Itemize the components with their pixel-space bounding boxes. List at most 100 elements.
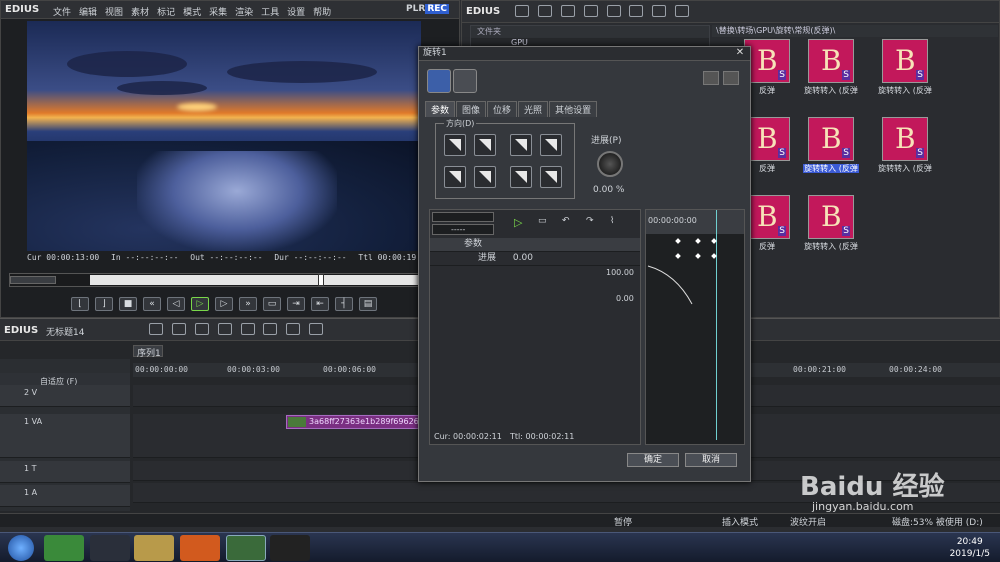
video-clip[interactable]: 3a68ff27363e1b289f69626 [286, 415, 420, 429]
direction-button[interactable] [444, 134, 466, 156]
menu-marker[interactable]: 标记 [157, 5, 175, 18]
play-button[interactable]: ▷ [191, 297, 209, 311]
undo-icon[interactable] [217, 323, 232, 335]
app-firefox-icon[interactable] [180, 535, 220, 561]
tab-image[interactable]: 图像 [456, 101, 487, 117]
menu-render[interactable]: 渲染 [235, 5, 253, 18]
effect-item[interactable]: B S 旋转转入 (反弹 [874, 117, 936, 174]
effect-item[interactable]: B S 旋转转入 (反弹 [800, 195, 862, 252]
app-qq-icon[interactable] [90, 535, 130, 561]
menu-settings[interactable]: 设置 [287, 5, 305, 18]
scrub-shuttle[interactable] [10, 276, 56, 284]
app-edius-icon[interactable] [226, 535, 266, 561]
kf-play-icon[interactable]: ▷ [514, 216, 522, 229]
app-explorer-icon[interactable] [134, 535, 174, 561]
save-icon[interactable] [194, 323, 209, 335]
track-1t[interactable]: 1 T [0, 461, 130, 483]
arrange-icon[interactable] [583, 5, 598, 17]
search-icon[interactable] [675, 5, 690, 17]
menu-edit[interactable]: 编辑 [79, 5, 97, 18]
folder-icon[interactable] [515, 5, 529, 17]
plr-label[interactable]: PLR [406, 4, 425, 14]
kf-row-progress[interactable]: 进展 0.00 [430, 252, 640, 266]
up-folder-icon[interactable] [537, 5, 552, 17]
effect-item[interactable]: B S 旋转转入 (反弹 [800, 39, 862, 96]
tab-sequence1[interactable]: 序列1 [133, 345, 163, 359]
copy-icon[interactable] [286, 323, 301, 335]
keyframe-graph[interactable]: 00:00:00:00 [645, 209, 745, 445]
direction-button[interactable] [474, 166, 496, 188]
overwrite-button[interactable]: ⇤ [311, 297, 329, 311]
kf-redo-icon[interactable]: ↷ [586, 216, 594, 226]
insert-button[interactable]: ⇥ [287, 297, 305, 311]
new-sequence-icon[interactable] [149, 323, 163, 335]
kf-graph-icon[interactable]: ⌇ [610, 216, 614, 226]
scrub-handle[interactable] [318, 274, 324, 286]
app-record-icon[interactable] [270, 535, 310, 561]
kf-undo-icon[interactable]: ↶ [562, 216, 570, 226]
plr-rec-toggle[interactable]: PLR REC [406, 4, 449, 14]
start-button[interactable] [8, 535, 34, 561]
set-in-button[interactable]: ⌊ [71, 297, 89, 311]
effect-item-selected[interactable]: B S 旋转转入 (反弹 [800, 117, 862, 174]
export-button[interactable]: ▤ [359, 297, 377, 311]
direction-button[interactable] [510, 166, 532, 188]
menu-clip[interactable]: 素材 [131, 5, 149, 18]
delete-icon[interactable] [606, 5, 621, 17]
menu-capture[interactable]: 采集 [209, 5, 227, 18]
rec-label[interactable]: REC [425, 4, 449, 14]
tab-params[interactable]: 参数 [425, 101, 456, 117]
direction-button[interactable] [444, 166, 466, 188]
loop-button[interactable]: ▭ [263, 297, 281, 311]
timer-icon[interactable] [453, 69, 477, 93]
direction-button[interactable] [540, 166, 562, 188]
set-out-button[interactable]: ⌋ [95, 297, 113, 311]
step-forward-button[interactable]: ▷ [215, 297, 233, 311]
kf-dropdown[interactable]: ----- [432, 224, 494, 235]
open-icon[interactable] [171, 323, 186, 335]
scrub-track[interactable] [90, 275, 448, 285]
progress-knob[interactable] [597, 151, 623, 177]
track-2v[interactable]: 2 V [0, 385, 130, 407]
kf-row-params[interactable]: 参数 [430, 238, 640, 252]
tree-icon[interactable] [560, 5, 575, 17]
ok-button[interactable]: 确定 [627, 453, 679, 467]
view-icon[interactable] [652, 5, 667, 17]
trim-button[interactable]: ┤ [335, 297, 353, 311]
redo-icon[interactable] [240, 323, 255, 335]
menu-view[interactable]: 视图 [105, 5, 123, 18]
kf-slider[interactable] [432, 212, 494, 222]
paste-icon[interactable] [309, 323, 324, 335]
close-icon[interactable]: ✕ [734, 48, 746, 59]
step-back-button[interactable]: ◁ [167, 297, 185, 311]
track-1va[interactable]: 1 VA [0, 414, 130, 458]
menu-help[interactable]: 帮助 [313, 5, 331, 18]
effect-settings-icon[interactable] [427, 69, 451, 93]
undo-icon[interactable] [703, 71, 719, 85]
menu-file[interactable]: 文件 [53, 5, 71, 18]
tab-lighting[interactable]: 光照 [518, 101, 549, 117]
direction-button[interactable] [474, 134, 496, 156]
tab-other[interactable]: 其他设置 [549, 101, 598, 117]
cancel-button[interactable]: 取消 [685, 453, 737, 467]
properties-icon[interactable] [629, 5, 644, 17]
stop-button[interactable]: ■ [119, 297, 137, 311]
rewind-button[interactable]: « [143, 297, 161, 311]
fast-forward-button[interactable]: » [239, 297, 257, 311]
track-1a[interactable]: 1 A [0, 485, 130, 507]
tab-offset[interactable]: 位移 [487, 101, 518, 117]
direction-button[interactable] [540, 134, 562, 156]
direction-button[interactable] [510, 134, 532, 156]
cut-icon[interactable] [263, 323, 278, 335]
graph-ruler[interactable]: 00:00:00:00 [646, 210, 744, 234]
clock[interactable]: 20:49 2019/1/5 [950, 536, 990, 560]
redo-icon[interactable] [723, 71, 739, 85]
menu-tools[interactable]: 工具 [261, 5, 279, 18]
app-360-icon[interactable] [44, 535, 84, 561]
effect-item[interactable]: B S 旋转转入 (反弹 [874, 39, 936, 96]
menu-mode[interactable]: 模式 [183, 5, 201, 18]
kf-add-icon[interactable]: ▭ [538, 216, 547, 226]
scrub-bar[interactable] [9, 273, 449, 287]
clip-name: 3a68ff27363e1b289f69626 [309, 417, 419, 426]
kf-row-label: 参数 [464, 239, 483, 249]
